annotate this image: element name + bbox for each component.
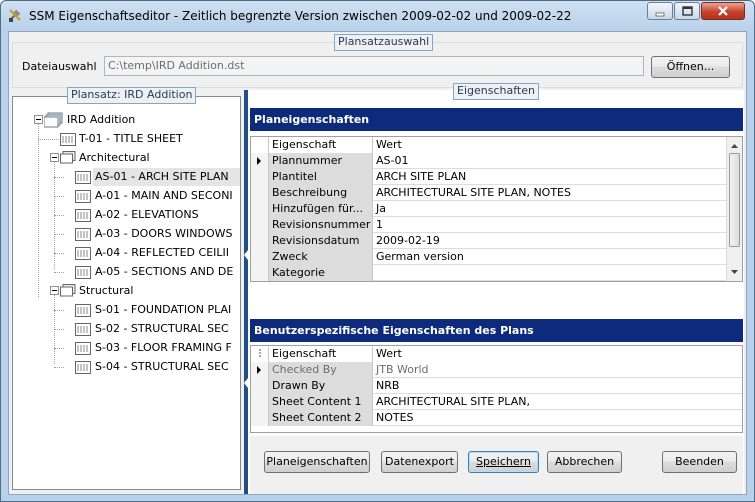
sheet-icon [75, 304, 91, 317]
subset-icon [60, 151, 76, 164]
planset-tree[interactable]: IRD Addition T-01 - TITLE SHEET Architec… [12, 96, 241, 490]
column-header-property[interactable]: Eigenschaft [269, 346, 373, 362]
save-button[interactable]: Speichern [468, 451, 539, 473]
tree-item[interactable]: S-02 - STRUCTURAL SEC [95, 320, 229, 338]
tree-item[interactable]: S-03 - FLOOR FRAMING F [95, 339, 232, 357]
table-row[interactable]: Beschreibung ARCHITECTURAL SITE PLAN, NO… [251, 185, 726, 201]
tree-item[interactable]: A-03 - DOORS WINDOWS [95, 225, 232, 243]
current-row-indicator [251, 362, 269, 378]
current-row-indicator [251, 153, 269, 169]
close-icon [718, 6, 728, 16]
plan-properties-grid[interactable]: Eigenschaft Wert Plannummer AS-01 Planti… [250, 136, 743, 282]
planset-selection-legend: Plansatzauswahl [334, 34, 434, 51]
table-row[interactable]: Checked By JTB World [251, 362, 742, 378]
tree-item[interactable]: A-02 - ELEVATIONS [95, 206, 199, 224]
property-value[interactable]: 2009-02-19 [373, 233, 726, 249]
minimize-button[interactable] [647, 2, 673, 20]
quit-button[interactable]: Beenden [662, 451, 737, 473]
property-value[interactable] [373, 265, 726, 281]
tree-item[interactable]: S-04 - STRUCTURAL SEC [95, 358, 229, 376]
property-value[interactable]: 1 [373, 217, 726, 233]
custom-properties-grid[interactable]: Eigenschaft Wert Checked By JTB World Dr… [250, 345, 743, 433]
table-row[interactable]: Kategorie [251, 265, 726, 281]
title-bar: SSM Eigenschaftseditor - Zeitlich begren… [1, 1, 754, 31]
planset-selection-group: Plansatzauswahl Dateiauswahl C:\temp\IRD… [12, 34, 743, 88]
property-value[interactable]: NOTES [373, 410, 742, 426]
property-value[interactable]: NRB [373, 378, 742, 394]
plan-properties-header: Planeigenschaften [250, 108, 743, 131]
button-bar: Planeigenschaften Datenexport Speichern … [250, 436, 743, 494]
sheet-icon [75, 342, 91, 355]
tree-group-legend: Plansatz: IRD Addition [67, 87, 197, 104]
scroll-down-icon [731, 270, 738, 274]
tree-item[interactable]: S-01 - FOUNDATION PLAI [95, 301, 231, 319]
property-value[interactable]: AS-01 [373, 153, 726, 169]
column-header-value[interactable]: Wert [373, 346, 742, 362]
custom-properties-header: Benutzerspezifische Eigenschaften des Pl… [250, 319, 743, 342]
app-window: SSM Eigenschaftseditor - Zeitlich begren… [0, 0, 755, 502]
property-value[interactable]: JTB World [373, 362, 742, 378]
open-button[interactable]: Öffnen... [651, 56, 730, 78]
property-value[interactable]: ARCHITECTURAL SITE PLAN, NOTES [373, 185, 726, 201]
column-header-value[interactable]: Wert [373, 137, 726, 153]
grid-scrollbar[interactable] [726, 137, 742, 281]
file-path-field[interactable]: C:\temp\IRD Addition.dst [104, 56, 644, 76]
sheet-icon [75, 190, 91, 203]
tree-expander-root[interactable] [34, 115, 43, 124]
tree-item[interactable]: A-05 - SECTIONS AND DE [95, 263, 233, 281]
grid-header-row: Eigenschaft Wert [251, 137, 726, 153]
tree-item-selected[interactable]: AS-01 - ARCH SITE PLAN [93, 168, 240, 186]
sort-handle-icon [259, 349, 261, 357]
plan-properties-button[interactable]: Planeigenschaften [264, 451, 370, 473]
subset-icon [60, 284, 76, 297]
tree-item[interactable]: A-04 - REFLECTED CEILII [95, 244, 229, 262]
tree-group-structural[interactable]: Structural [79, 282, 133, 300]
maximize-icon [682, 6, 693, 16]
property-value[interactable]: ARCHITECTURAL SITE PLAN, [373, 394, 742, 410]
table-row[interactable]: Plantitel ARCH SITE PLAN [251, 169, 726, 185]
tree-item-title-sheet[interactable]: T-01 - TITLE SHEET [79, 130, 183, 148]
tree-expander-architectural[interactable] [50, 153, 59, 162]
scroll-up-icon [731, 144, 738, 148]
table-row[interactable]: Zweck German version [251, 249, 726, 265]
grid-header-row: Eigenschaft Wert [251, 346, 742, 362]
sheet-icon [75, 361, 91, 374]
maximize-button[interactable] [674, 2, 700, 20]
cancel-button[interactable]: Abbrechen [547, 451, 622, 473]
property-value[interactable]: ARCH SITE PLAN [373, 169, 726, 185]
sheet-icon [75, 228, 91, 241]
sheet-icon [75, 266, 91, 279]
file-selection-label: Dateiauswahl [22, 60, 97, 73]
sheet-icon [75, 247, 91, 260]
table-row[interactable]: Revisionsnummer 1 [251, 217, 726, 233]
sheetset-icon [44, 112, 63, 128]
tools-icon [9, 9, 21, 22]
sheet-icon [75, 171, 91, 184]
table-row[interactable]: Sheet Content 1 ARCHITECTURAL SITE PLAN, [251, 394, 742, 410]
tree-group-architectural[interactable]: Architectural [79, 149, 150, 167]
column-header-property[interactable]: Eigenschaft [269, 137, 373, 153]
table-row[interactable]: Revisionsdatum 2009-02-19 [251, 233, 726, 249]
sheet-icon [60, 133, 76, 146]
table-row[interactable]: Hinzufügen für... Ja [251, 201, 726, 217]
scrollbar-thumb[interactable] [729, 153, 740, 247]
property-value[interactable]: German version [373, 249, 726, 265]
minimize-icon [655, 12, 665, 17]
table-row[interactable]: Plannummer AS-01 [251, 153, 726, 169]
property-value[interactable]: Ja [373, 201, 726, 217]
window-title: SSM Eigenschaftseditor - Zeitlich begren… [29, 9, 572, 23]
close-button[interactable] [701, 2, 745, 20]
client-area: Plansatzauswahl Dateiauswahl C:\temp\IRD… [8, 31, 747, 495]
tree-expander-structural[interactable] [50, 286, 59, 295]
properties-panel: Planeigenschaften Eigenschaft Wert Plann… [248, 90, 744, 494]
tree-root[interactable]: IRD Addition [67, 111, 135, 129]
sheet-icon [75, 209, 91, 222]
properties-group-legend: Eigenschaften [453, 83, 539, 100]
sheet-icon [75, 323, 91, 336]
table-row[interactable]: Drawn By NRB [251, 378, 742, 394]
tree-item[interactable]: A-01 - MAIN AND SECONI [95, 187, 233, 205]
data-export-button[interactable]: Datenexport [381, 451, 458, 473]
table-row[interactable]: Sheet Content 2 NOTES [251, 410, 742, 426]
